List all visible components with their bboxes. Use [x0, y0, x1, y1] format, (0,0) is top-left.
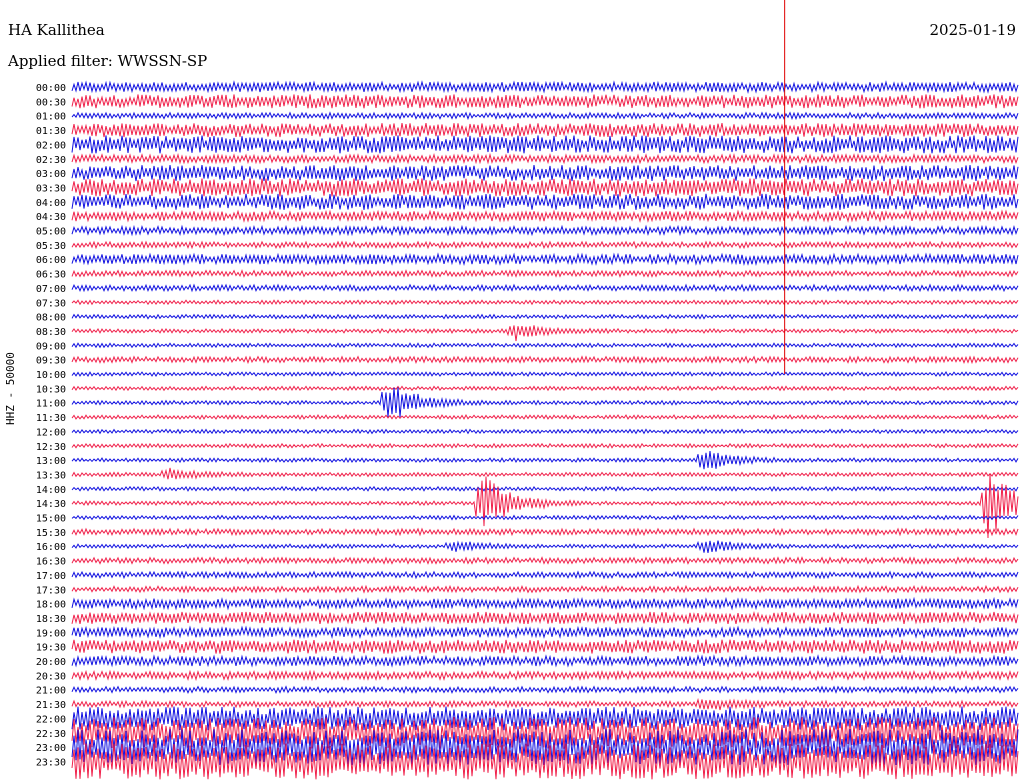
- trace-line: [71, 240, 1019, 250]
- row-label: 23:00: [36, 743, 66, 754]
- trace-line: [71, 342, 1019, 349]
- trace-line: [71, 685, 1019, 695]
- row-label: 04:30: [36, 212, 66, 223]
- trace-line: [71, 669, 1019, 682]
- row-label: 03:30: [36, 183, 66, 194]
- trace-line: [71, 325, 1019, 342]
- trace-line: [71, 596, 1019, 611]
- row-label: 07:00: [36, 284, 66, 295]
- row-label: 19:30: [36, 643, 66, 654]
- row-label: 15:00: [36, 514, 66, 525]
- row-label: 01:00: [36, 112, 66, 123]
- trace-line: [71, 514, 1019, 521]
- row-label: 18:00: [36, 600, 66, 611]
- trace-line: [71, 299, 1019, 306]
- trace-line: [71, 654, 1019, 668]
- row-label: 20:00: [36, 657, 66, 668]
- trace-line: [71, 540, 1019, 553]
- trace-line: [71, 370, 1019, 377]
- trace-line: [71, 135, 1019, 154]
- trace-line: [71, 527, 1019, 537]
- trace-line: [71, 442, 1019, 449]
- row-label: 09:30: [36, 356, 66, 367]
- trace-line: [71, 209, 1019, 224]
- row-label: 03:00: [36, 169, 66, 180]
- row-label: 19:00: [36, 628, 66, 639]
- trace-line: [71, 111, 1019, 121]
- row-label: 23:30: [36, 757, 66, 768]
- row-label: 18:30: [36, 614, 66, 625]
- trace-line: [71, 485, 1019, 492]
- row-label: 06:00: [36, 255, 66, 266]
- row-label: 21:30: [36, 700, 66, 711]
- trace-line: [71, 570, 1019, 580]
- trace-line: [71, 355, 1019, 365]
- row-label: 13:30: [36, 470, 66, 481]
- trace-line: [71, 610, 1019, 625]
- row-label: 01:30: [36, 126, 66, 137]
- trace-line: [71, 697, 1019, 711]
- row-label: 07:30: [36, 298, 66, 309]
- trace-line: [71, 451, 1019, 470]
- trace-line: [71, 269, 1019, 278]
- seismogram-plot: 00:00 00:30 01:00 01:30 02:00 02:30 03:00 03:30…: [36, 0, 1019, 780]
- row-label: 05:30: [36, 241, 66, 252]
- row-label: 09:00: [36, 341, 66, 352]
- row-label: 13:00: [36, 456, 66, 467]
- row-label: 20:30: [36, 671, 66, 682]
- row-label: 08:00: [36, 313, 66, 324]
- row-label: 00:30: [36, 97, 66, 108]
- row-label: 10:00: [36, 370, 66, 381]
- trace-line: [71, 556, 1019, 565]
- trace-line: [71, 165, 1019, 182]
- trace-line: [71, 385, 1019, 392]
- trace-line: [71, 94, 1019, 109]
- trace-line: [71, 706, 1019, 731]
- row-label: 00:00: [36, 83, 66, 94]
- trace-line: [71, 313, 1019, 320]
- row-label: 04:00: [36, 198, 66, 209]
- trace-line: [71, 152, 1019, 165]
- row-label: 11:30: [36, 413, 66, 424]
- row-label: 06:30: [36, 270, 66, 281]
- row-label: 10:30: [36, 384, 66, 395]
- row-labels-group: 00:00 00:30 01:00 01:30 02:00 02:30 03:00 03:30…: [36, 83, 66, 768]
- traces-group: [71, 0, 1019, 780]
- row-label: 05:00: [36, 227, 66, 238]
- trace-line: [71, 414, 1019, 421]
- row-label: 15:30: [36, 528, 66, 539]
- row-label: 22:00: [36, 714, 66, 725]
- row-label: 14:00: [36, 485, 66, 496]
- row-label: 17:30: [36, 585, 66, 596]
- trace-line: [71, 224, 1019, 237]
- trace-line: [71, 639, 1019, 654]
- row-label: 12:00: [36, 427, 66, 438]
- row-label: 16:30: [36, 557, 66, 568]
- row-label: 22:30: [36, 729, 66, 740]
- trace-line: [71, 178, 1019, 197]
- row-label: 11:00: [36, 399, 66, 410]
- trace-line: [71, 193, 1019, 210]
- row-label: 16:00: [36, 542, 66, 553]
- row-label: 21:00: [36, 686, 66, 697]
- trace-line: [71, 283, 1019, 293]
- row-label: 12:30: [36, 442, 66, 453]
- trace-line: [71, 80, 1019, 94]
- row-label: 14:30: [36, 499, 66, 510]
- row-label: 17:00: [36, 571, 66, 582]
- row-label: 08:30: [36, 327, 66, 338]
- trace-line: [71, 584, 1019, 594]
- row-label: 02:00: [36, 140, 66, 151]
- trace-line: [71, 625, 1019, 640]
- trace-line: [71, 387, 1019, 418]
- trace-line: [71, 467, 1019, 480]
- trace-line: [71, 252, 1019, 266]
- trace-line: [71, 122, 1019, 138]
- trace-line: [71, 428, 1019, 435]
- row-label: 02:30: [36, 155, 66, 166]
